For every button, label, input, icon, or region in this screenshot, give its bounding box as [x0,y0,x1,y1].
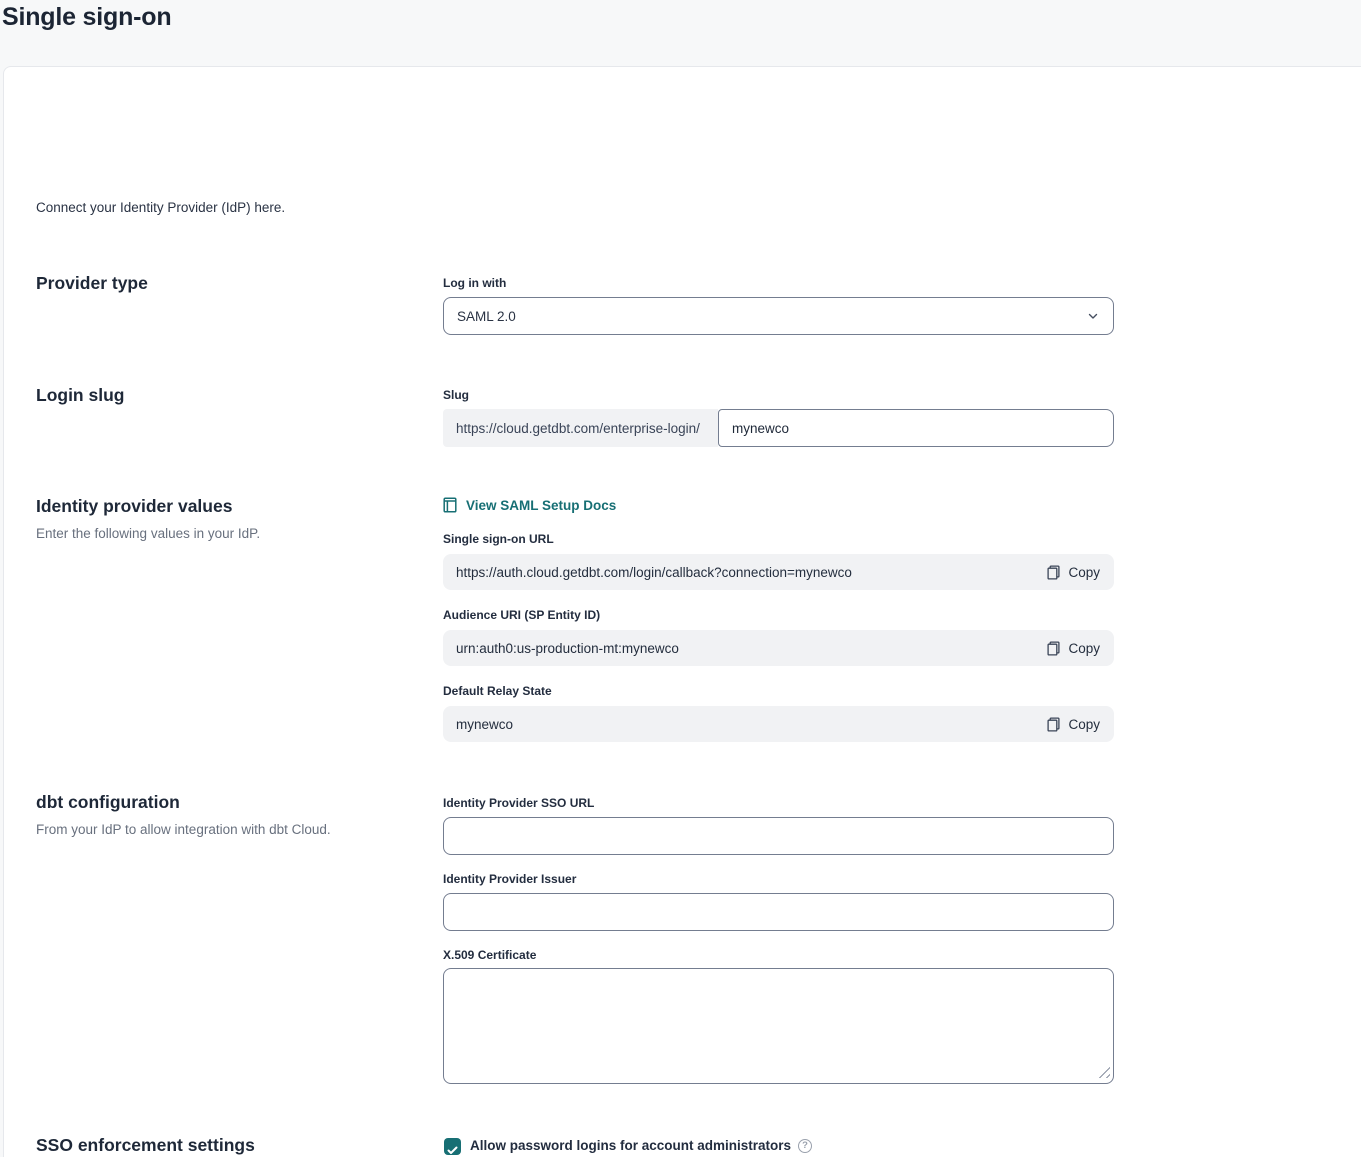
idp-sso-url-input[interactable] [443,817,1114,855]
provider-type-selected-value: SAML 2.0 [457,309,516,324]
checkbox-label-row: Allow password logins for account admini… [470,1138,812,1153]
sso-url-label: Single sign-on URL [443,532,554,546]
copy-audience-uri-button[interactable]: Copy [1047,641,1100,656]
x509-certificate-label: X.509 Certificate [443,948,536,962]
relay-state-value: mynewco [456,717,513,732]
slug-url-prefix: https://cloud.getdbt.com/enterprise-logi… [443,409,718,447]
sso-enforcement-heading: SSO enforcement settings [36,1135,255,1156]
audience-uri-row: urn:auth0:us-production-mt:mynewco Copy [443,630,1114,666]
help-icon[interactable]: ? [798,1139,812,1153]
checkmark-icon [447,1142,458,1151]
copy-icon [1047,641,1060,656]
idp-values-heading: Identity provider values [36,496,232,517]
copy-button-label: Copy [1068,641,1100,656]
copy-sso-url-button[interactable]: Copy [1047,565,1100,580]
copy-button-label: Copy [1068,565,1100,580]
audience-uri-value: urn:auth0:us-production-mt:mynewco [456,641,679,656]
log-in-with-label: Log in with [443,276,506,290]
view-saml-setup-docs-link[interactable]: View SAML Setup Docs [443,497,616,513]
page-title: Single sign-on [2,3,171,32]
slug-field-group: https://cloud.getdbt.com/enterprise-logi… [443,409,1114,447]
copy-relay-state-button[interactable]: Copy [1047,717,1100,732]
idp-issuer-input[interactable] [443,893,1114,931]
relay-state-label: Default Relay State [443,684,552,698]
single-sign-on-page: Single sign-on Connect your Identity Pro… [0,0,1361,1157]
allow-password-logins-label: Allow password logins for account admini… [470,1138,791,1153]
settings-card: Connect your Identity Provider (IdP) her… [3,66,1361,1157]
intro-text: Connect your Identity Provider (IdP) her… [36,200,285,215]
idp-values-subheading: Enter the following values in your IdP. [36,526,260,541]
chevron-down-icon [1087,310,1099,322]
x509-certificate-textarea[interactable] [443,968,1114,1084]
document-icon [443,497,457,513]
dbt-configuration-heading: dbt configuration [36,792,180,813]
dbt-configuration-subheading: From your IdP to allow integration with … [36,822,331,837]
copy-icon [1047,565,1060,580]
slug-input[interactable] [718,409,1114,447]
sso-url-row: https://auth.cloud.getdbt.com/login/call… [443,554,1114,590]
allow-password-logins-checkbox[interactable] [444,1138,461,1155]
login-slug-heading: Login slug [36,385,124,406]
copy-icon [1047,717,1060,732]
provider-type-heading: Provider type [36,273,148,294]
slug-label: Slug [443,388,469,402]
copy-button-label: Copy [1068,717,1100,732]
idp-sso-url-label: Identity Provider SSO URL [443,796,594,810]
audience-uri-label: Audience URI (SP Entity ID) [443,608,600,622]
idp-issuer-label: Identity Provider Issuer [443,872,576,886]
sso-url-value: https://auth.cloud.getdbt.com/login/call… [456,565,852,580]
provider-type-select[interactable]: SAML 2.0 [443,297,1114,335]
docs-link-label: View SAML Setup Docs [466,498,616,513]
relay-state-row: mynewco Copy [443,706,1114,742]
